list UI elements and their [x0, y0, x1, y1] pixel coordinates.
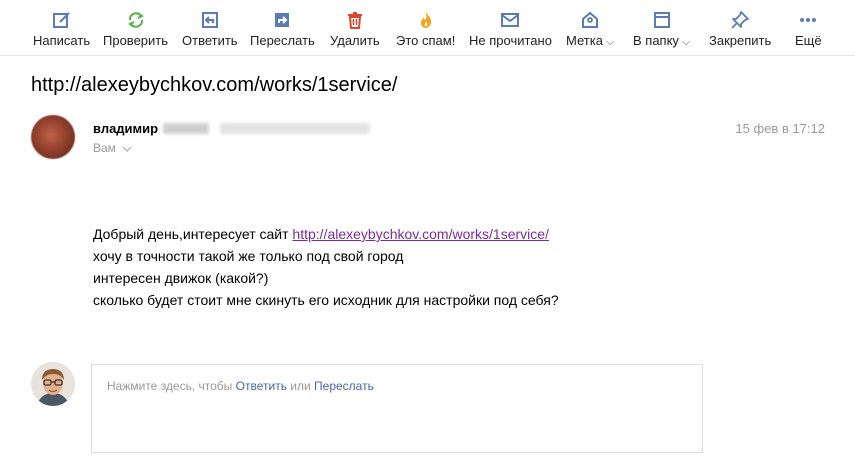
label-label: Метка ⌵ [566, 33, 614, 50]
pin-label: Закрепить [709, 33, 772, 48]
toolbar: Написать Проверить Ответить Переслать Уд… [0, 0, 855, 56]
folder-label: В папку ⌵ [633, 33, 690, 50]
body-link[interactable]: http://alexeybychkov.com/works/1service/ [292, 226, 549, 242]
label-text: Метка [566, 33, 603, 48]
delete-button[interactable]: Удалить [330, 0, 380, 56]
spam-button[interactable]: Это спам! [396, 0, 455, 56]
chevron-down-icon: ⌵ [681, 36, 691, 48]
body-line-1: Добрый день,интересует сайт http://alexe… [93, 223, 559, 245]
quick-reply-prefix: Нажмите здесь, чтобы [107, 379, 236, 393]
unread-button[interactable]: Не прочитано [469, 0, 552, 56]
sender-name[interactable]: владимир [93, 121, 158, 136]
folder-icon [651, 9, 673, 31]
quick-reply-or: или [286, 379, 315, 393]
delete-label: Удалить [330, 33, 380, 48]
sender-avatar[interactable] [31, 115, 75, 159]
redacted-sender-surname [163, 123, 209, 134]
dots-icon [797, 9, 819, 31]
tag-icon [579, 9, 601, 31]
more-button[interactable]: Ещё [795, 0, 822, 56]
quick-reply-link[interactable]: Ответить [236, 379, 287, 393]
folder-text: В папку [633, 33, 679, 48]
more-label: Ещё [795, 33, 822, 48]
compose-button[interactable]: Написать [33, 0, 90, 56]
reply-button[interactable]: Ответить [182, 0, 238, 56]
message-date: 15 фев в 17:12 [735, 121, 825, 136]
user-avatar [31, 362, 75, 406]
check-label: Проверить [103, 33, 169, 48]
body-line-3: интересен движок (какой?) [93, 270, 269, 286]
pencil-square-icon [51, 9, 73, 31]
quick-reply-box[interactable]: Нажмите здесь, чтобы Ответить или Пересл… [91, 364, 703, 453]
label-button[interactable]: Метка ⌵ [566, 0, 614, 56]
flame-icon [415, 9, 437, 31]
pin-icon [729, 9, 751, 31]
quick-forward-link[interactable]: Переслать [314, 379, 374, 393]
move-to-folder-button[interactable]: В папку ⌵ [633, 0, 690, 56]
forward-arrow-icon [271, 9, 293, 31]
chevron-down-icon [122, 141, 132, 155]
check-button[interactable]: Проверить [103, 0, 168, 56]
chevron-down-icon: ⌵ [605, 36, 615, 48]
body-line-4: сколько будет стоит мне скинуть его исхо… [93, 292, 559, 308]
reply-label: Ответить [182, 33, 238, 48]
body-greeting: Добрый день,интересует сайт [93, 226, 293, 242]
refresh-icon [125, 9, 147, 31]
pin-button[interactable]: Закрепить [709, 0, 771, 56]
compose-label: Написать [33, 33, 91, 48]
message-subject: http://alexeybychkov.com/works/1service/ [31, 74, 398, 96]
unread-label: Не прочитано [469, 33, 552, 48]
message-body: Добрый день,интересует сайт http://alexe… [93, 223, 559, 311]
spam-label: Это спам! [396, 33, 456, 48]
forward-button[interactable]: Переслать [250, 0, 315, 56]
trash-icon [344, 9, 366, 31]
envelope-icon [499, 9, 521, 31]
reply-arrow-icon [199, 9, 221, 31]
redacted-sender-email [220, 123, 370, 134]
recipient-label: Вам [93, 141, 116, 155]
recipient-line[interactable]: Вам [93, 141, 132, 155]
quick-reply-hint: Нажмите здесь, чтобы Ответить или Пересл… [107, 379, 374, 393]
body-line-2: хочу в точности такой же только под свой… [93, 248, 404, 264]
forward-label: Переслать [250, 33, 315, 48]
